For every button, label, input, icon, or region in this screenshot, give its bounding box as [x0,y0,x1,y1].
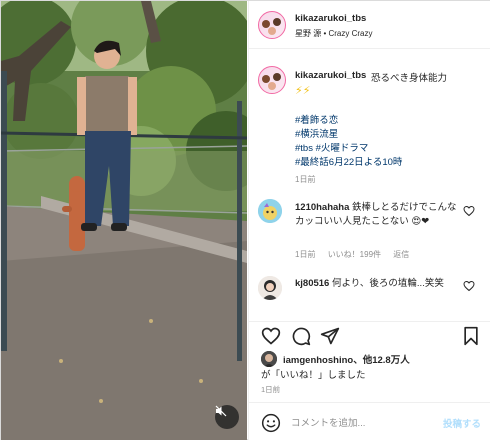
comment-like-heart-icon[interactable] [463,280,475,292]
heart-icon[interactable] [261,326,281,346]
post-header: kikazarukoi_tbs 星野 源 • Crazy Crazy [249,1,490,49]
caption-avatar[interactable] [258,66,286,94]
caption-username[interactable]: kikazarukoi_tbs [295,70,366,81]
person-avatar-icon [258,276,282,300]
hashtag-link[interactable]: #横浜流星 [295,126,338,140]
comment-icon[interactable] [291,326,311,346]
account-avatar[interactable] [258,11,286,39]
caption-timestamp[interactable]: 1日前 [295,174,315,185]
post-video[interactable] [1,1,247,440]
caption-text: 恐るべき身体能力 [371,73,448,84]
comment-emoji: 😍❤ [411,216,430,227]
share-icon[interactable] [320,326,340,346]
liked-by-text: iamgenhoshino、他12.8万人 [283,352,410,366]
comment-timestamp[interactable]: 1日前 [295,250,315,259]
add-comment-bar: 投稿する [249,402,490,440]
comment-text: 何より、後ろの埴輪...笑笑 [331,278,444,289]
audio-track-label[interactable]: 星野 源 • Crazy Crazy [295,28,372,39]
video-frame [1,1,247,440]
liker-avatar-image [261,351,277,367]
liked-by-others[interactable]: 、他12.8万人 [353,355,410,366]
comment-meta: 1日前 いいね！199件 返信 [295,249,419,260]
mute-icon [215,405,227,417]
account-username[interactable]: kikazarukoi_tbs [295,13,366,24]
mute-button[interactable] [215,405,239,429]
liked-suffix: が「いいね！」しました [261,370,366,381]
liked-by-username[interactable]: iamgenhoshino [283,355,353,366]
comment-text-block: 1210hahaha 鉄棒しとるだけでこんなカッコいい人見たことない 😍❤ [295,201,465,229]
comment-like-count[interactable]: いいね！199件 [328,250,381,259]
commenter-username[interactable]: 1210hahaha [295,202,349,213]
comment-input[interactable] [291,412,431,434]
character-avatar-icon [258,199,282,223]
post-side-panel: kikazarukoi_tbs 星野 源 • Crazy Crazy kikaz… [248,1,490,440]
commenter-avatar[interactable] [258,276,282,300]
post-comment-button[interactable]: 投稿する [443,416,481,430]
comment-like-heart-icon[interactable] [463,205,475,217]
liker-avatar[interactable] [261,351,277,367]
commenter-username[interactable]: kj80516 [295,278,329,289]
commenter-avatar[interactable] [258,199,282,223]
emoji-icon[interactable] [261,413,281,433]
hashtag-link[interactable]: #着飾る恋 [295,112,338,126]
reply-link[interactable]: 返信 [393,250,409,259]
lightning-emoji: ⚡⚡ [295,85,311,97]
comments-scroll-area[interactable]: kikazarukoi_tbs 恐るべき身体能力 ⚡⚡ #着飾る恋 #横浜流星 … [249,50,490,320]
bookmark-icon[interactable] [461,326,481,346]
post-timestamp[interactable]: 1日前 [261,384,280,395]
hashtag-link[interactable]: #最終話6月22日よる10時 [295,154,402,168]
instagram-post-window: kikazarukoi_tbs 星野 源 • Crazy Crazy kikaz… [0,0,490,440]
comment-text-block: kj80516 何より、後ろの埴輪...笑笑 [295,277,465,291]
post-actions: iamgenhoshino、他12.8万人 が「いいね！」しました 1日前 投稿… [249,321,490,440]
hashtag-link[interactable]: #tbs #火曜ドラマ [295,140,368,154]
